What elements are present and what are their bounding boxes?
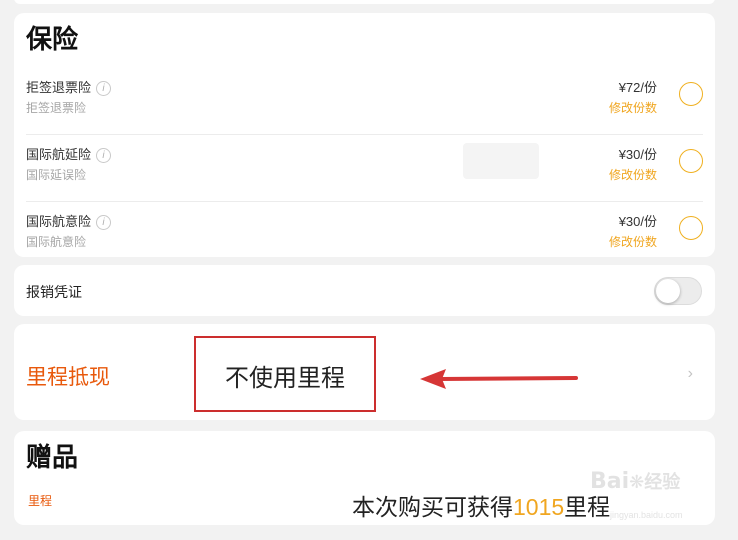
modify-quantity-link[interactable]: 修改份数 [609,233,657,250]
insurance-row-refusal[interactable]: 拒签退票险 i 拒签退票险 ¥72/份 修改份数 [26,68,703,135]
watermark-brand: Bai [590,469,630,494]
insurance-name: 国际航延险 i [26,144,112,163]
insurance-title: 保险 [26,24,79,54]
modify-quantity-link[interactable]: 修改份数 [609,166,657,183]
info-icon[interactable]: i [96,215,112,230]
annotation-arrow-icon [420,369,578,389]
caption-prefix: 本次购买可获得 [352,494,513,520]
previous-section-card [14,0,715,4]
insurance-subtitle: 国际航意险 [26,235,87,249]
annotation-text: 不使用里程 [225,365,345,392]
mileage-caption: 本次购买可获得1015里程 [352,488,610,522]
insurance-name: 国际航意险 i [26,211,112,230]
paw-icon: ❋ [629,472,645,492]
gift-title: 赠品 [26,442,79,472]
annotation-box: 不使用里程 [194,336,376,412]
insurance-subtitle: 国际延误险 [26,168,87,182]
insurance-card: 保险 拒签退票险 i 拒签退票险 ¥72/份 修改份数 国际航延险 i 国际延误险 … [14,13,715,257]
insurance-name-text: 国际航延险 [26,147,92,162]
receipt-card: 报销凭证 [14,265,715,316]
receipt-label: 报销凭证 [26,284,82,300]
insurance-price: ¥72/份 [618,80,657,95]
baidu-watermark: Bai❋经验 jingyan.baidu.com [590,468,683,520]
toggle-knob [656,279,680,303]
caption-suffix: 里程 [564,494,611,520]
receipt-toggle[interactable] [654,277,702,305]
watermark-url: jingyan.baidu.com [610,510,683,520]
insurance-name-text: 拒签退票险 [26,80,92,95]
radio-unchecked-icon[interactable] [679,216,703,240]
insurance-row-delay[interactable]: 国际航延险 i 国际延误险 ¥30/份 修改份数 [26,135,703,202]
info-icon[interactable]: i [96,81,112,96]
radio-unchecked-icon[interactable] [679,82,703,106]
radio-unchecked-icon[interactable] [679,149,703,173]
caption-number: 1015 [513,494,565,520]
info-icon[interactable]: i [96,148,112,163]
insurance-price: ¥30/份 [618,147,657,162]
insurance-name: 拒签退票险 i [26,77,112,96]
insurance-row-accident[interactable]: 国际航意险 i 国际航意险 ¥30/份 修改份数 [26,202,703,269]
watermark-product: 经验 [644,472,681,493]
gift-item-mileage: 里程 [28,494,53,508]
mileage-label: 里程抵现 [26,366,110,389]
chevron-right-icon[interactable]: › [688,365,693,383]
insurance-name-text: 国际航意险 [26,214,92,229]
modify-quantity-link[interactable]: 修改份数 [609,99,657,116]
insurance-subtitle: 拒签退票险 [26,101,87,115]
insurance-price: ¥30/份 [618,214,657,229]
